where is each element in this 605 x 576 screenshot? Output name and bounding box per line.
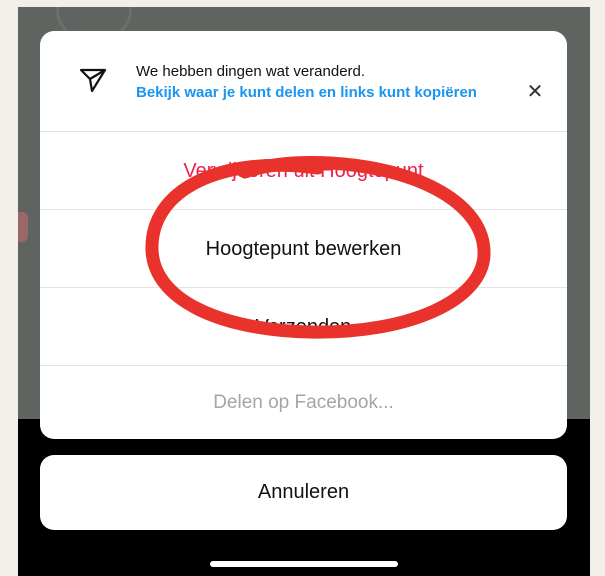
- remove-from-highlight-button[interactable]: Verwijderen uit Hoogtepunt: [40, 131, 567, 210]
- sharing-notice: We hebben dingen wat veranderd. Bekijk w…: [40, 31, 567, 131]
- notice-link[interactable]: Bekijk waar je kunt delen en links kunt …: [136, 84, 477, 101]
- send-button[interactable]: Verzenden: [40, 287, 567, 366]
- share-facebook-button[interactable]: Delen op Facebook...: [40, 365, 567, 439]
- notice-title: We hebben dingen wat veranderd.: [136, 63, 366, 80]
- edit-highlight-button[interactable]: Hoogtepunt bewerken: [40, 209, 567, 288]
- background-accent: [18, 212, 28, 242]
- cancel-button[interactable]: Annuleren: [40, 455, 567, 530]
- close-icon[interactable]: ✕: [525, 82, 545, 102]
- home-indicator: [210, 561, 398, 567]
- send-icon: [79, 68, 107, 93]
- phone-screen: We hebben dingen wat veranderd. Bekijk w…: [18, 7, 590, 576]
- action-sheet: We hebben dingen wat veranderd. Bekijk w…: [40, 31, 567, 439]
